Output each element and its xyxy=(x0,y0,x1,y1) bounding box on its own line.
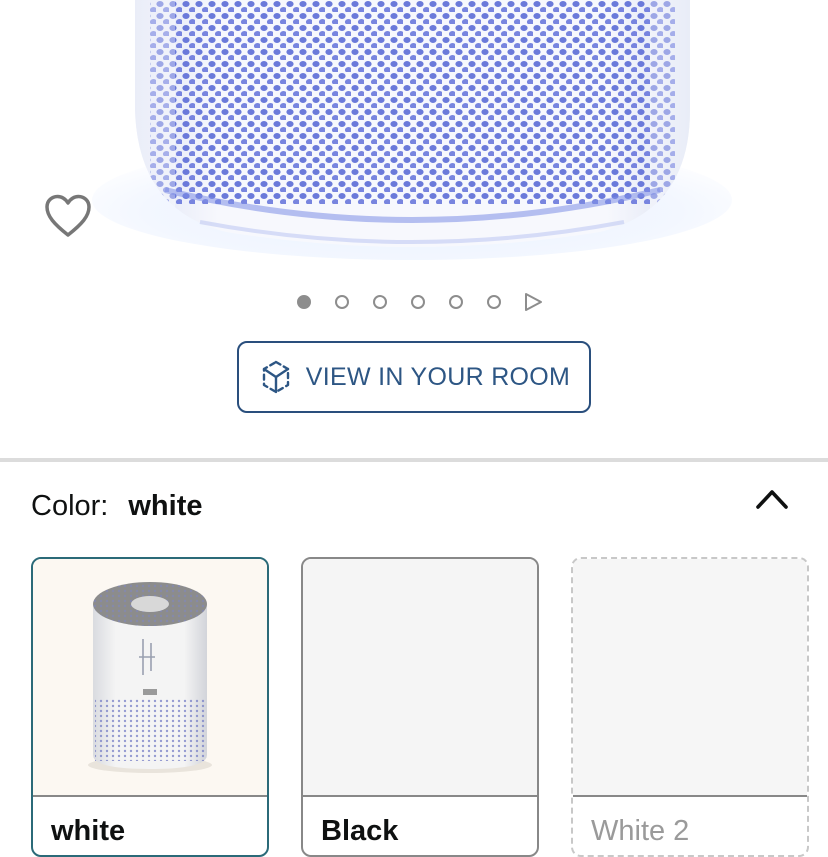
swatch-image xyxy=(573,559,807,797)
carousel-dot-4[interactable] xyxy=(411,295,425,309)
image-carousel-indicators xyxy=(0,290,828,314)
selected-color-value: white xyxy=(128,489,203,522)
ar-cube-icon xyxy=(262,360,289,394)
view-in-your-room-button[interactable]: VIEW IN YOUR ROOM xyxy=(237,341,591,413)
view-in-your-room-label: VIEW IN YOUR ROOM xyxy=(305,362,571,391)
play-triangle-icon[interactable] xyxy=(523,292,543,312)
wishlist-button[interactable] xyxy=(44,194,100,250)
carousel-dot-2[interactable] xyxy=(335,295,349,309)
air-purifier-image xyxy=(0,0,828,262)
white-air-purifier-thumbnail xyxy=(88,582,212,773)
carousel-dot-1[interactable] xyxy=(297,295,311,309)
swatch-name: Black xyxy=(321,815,399,847)
product-image[interactable] xyxy=(0,0,828,262)
carousel-dot-3[interactable] xyxy=(373,295,387,309)
swatch-name: white xyxy=(51,815,126,847)
color-label: Color: xyxy=(31,489,109,522)
chevron-up-icon[interactable] xyxy=(754,483,790,513)
swatch-image xyxy=(33,559,267,797)
color-selector-header: Color: white xyxy=(31,486,202,526)
carousel-dot-5[interactable] xyxy=(449,295,463,309)
carousel-dot-6[interactable] xyxy=(487,295,501,309)
color-swatch-white[interactable]: white xyxy=(31,557,269,857)
swatch-name: White 2 xyxy=(591,815,690,847)
color-swatch-black[interactable]: Black xyxy=(301,557,539,857)
section-divider xyxy=(0,458,828,462)
swatch-image xyxy=(303,559,537,797)
heart-outline-icon xyxy=(45,194,91,237)
color-swatch-white-2[interactable]: White 2 xyxy=(571,557,809,857)
